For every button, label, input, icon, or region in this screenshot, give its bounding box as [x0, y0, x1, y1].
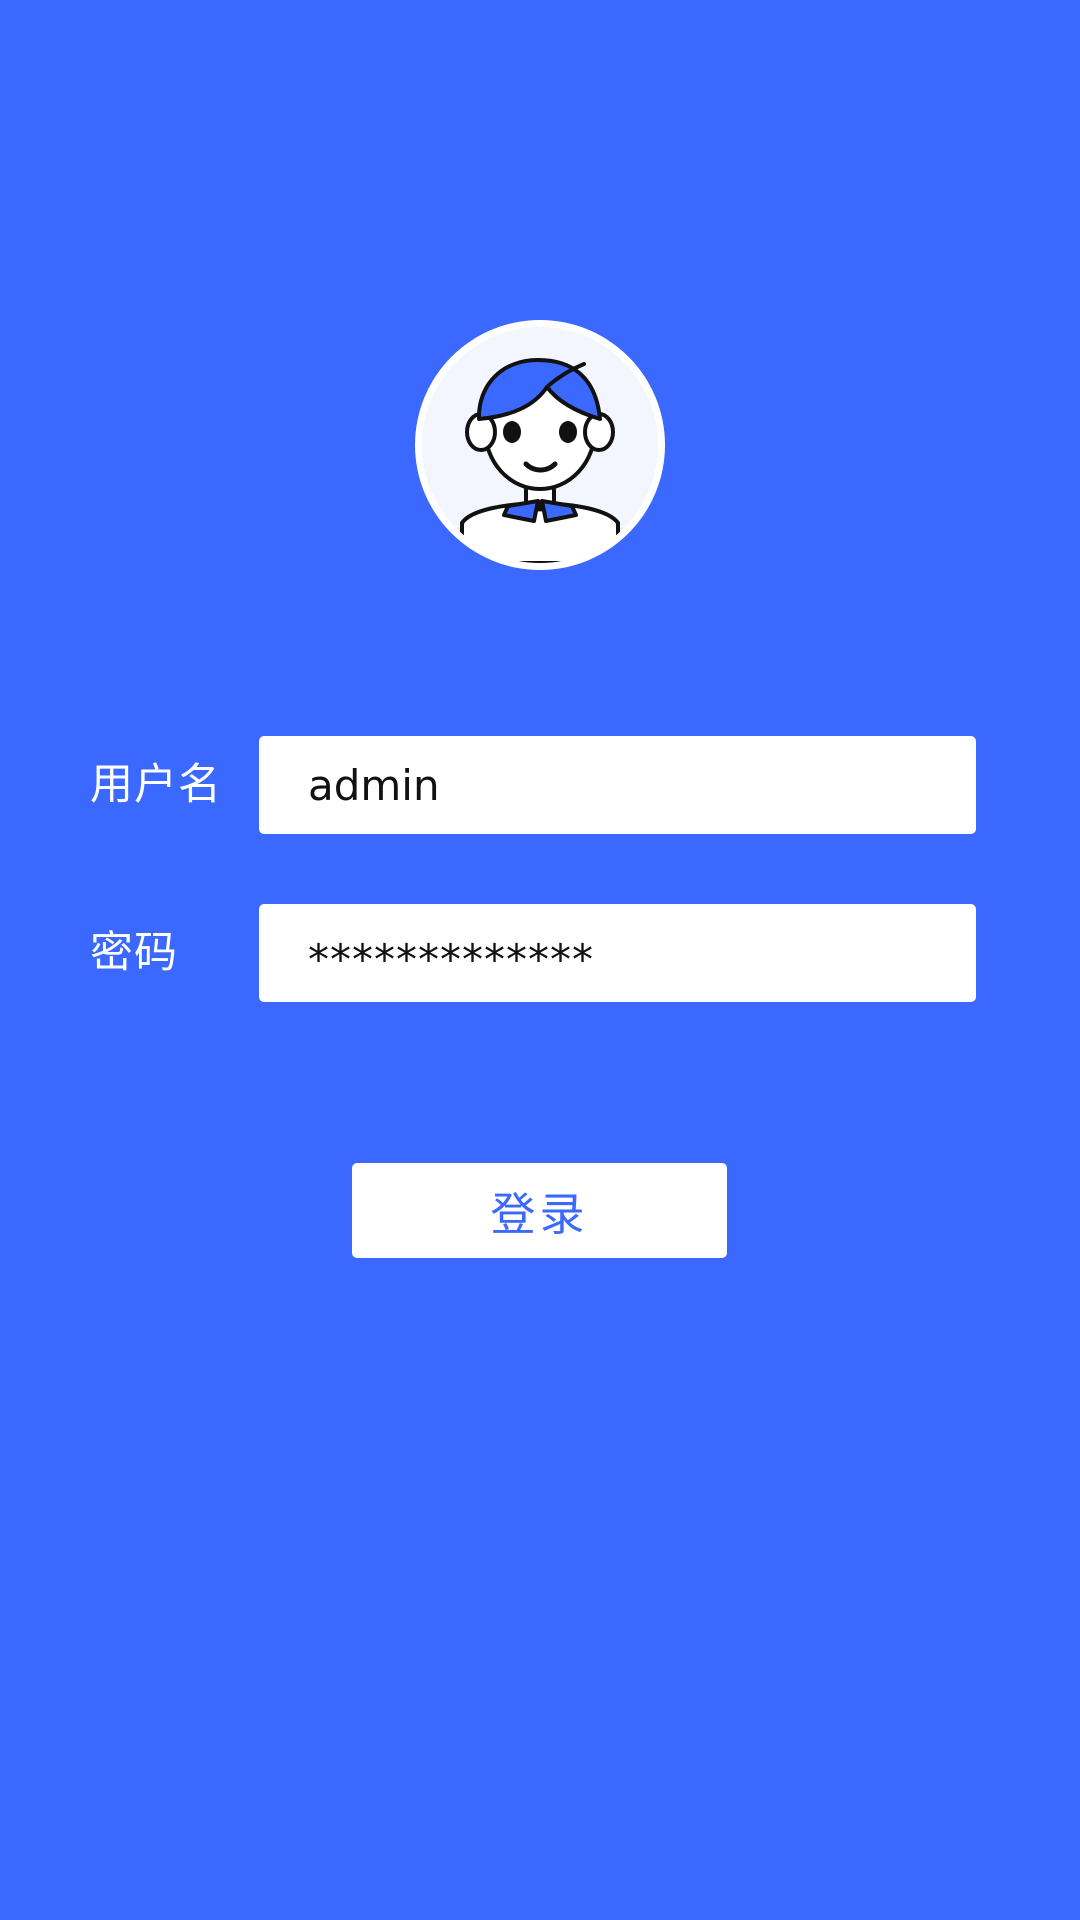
avatar	[415, 320, 665, 570]
password-label: 密码	[90, 928, 178, 978]
user-avatar-icon	[422, 327, 658, 563]
password-row: 密码	[0, 904, 1080, 1002]
login-screen: 用户名 密码 登录	[0, 0, 1080, 1920]
login-button[interactable]: 登录	[352, 1163, 727, 1258]
username-label: 用户名	[90, 760, 222, 810]
username-row: 用户名	[0, 736, 1080, 834]
username-input[interactable]	[259, 736, 976, 834]
password-input[interactable]	[259, 904, 976, 1002]
